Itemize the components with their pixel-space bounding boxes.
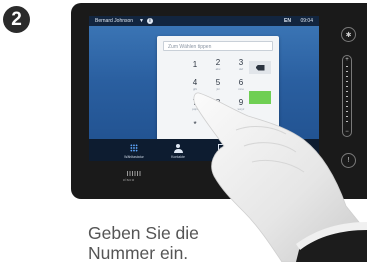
alert-icon[interactable]: ! [341, 153, 356, 168]
key-0[interactable]: 0 + [208, 116, 228, 133]
key-digit: 1 [192, 60, 198, 69]
dial-input[interactable]: Zum Wählen tippen [163, 41, 273, 51]
key-digit: 5 [215, 78, 221, 87]
key-digit: 6 [238, 78, 244, 87]
backspace-icon [255, 64, 265, 71]
chevron-down-icon[interactable]: ▼ [139, 16, 144, 26]
instruction-caption: Geben Sie die Nummer ein. [88, 223, 288, 263]
key-letters: mno [238, 87, 244, 91]
key-digit: 8 [215, 98, 221, 107]
key-letters: pqrs [192, 107, 198, 111]
key-hash[interactable]: # [231, 116, 251, 133]
key-letters: jkl [216, 87, 220, 91]
key-4[interactable]: 4 ghi [185, 76, 205, 93]
tray-item-contacts[interactable]: Kontakte [161, 143, 195, 159]
mute-icon[interactable]: ✱ [341, 27, 356, 42]
minus-icon: − [345, 129, 349, 135]
key-letters: ghi [192, 87, 197, 91]
tray-item-label: Kontakte [171, 155, 185, 159]
key-digit: 9 [238, 98, 244, 107]
grid-icon [130, 144, 138, 152]
key-star[interactable]: * [185, 116, 205, 133]
caption-line-1: Geben Sie die [88, 223, 199, 243]
key-digit: 4 [192, 78, 198, 87]
key-digit: 2 [215, 58, 221, 67]
key-digit: * [193, 120, 197, 129]
volume-slider[interactable]: + − [342, 55, 352, 137]
key-digit: 0 [215, 118, 221, 127]
touch-screen: Bernard Johnson ▼ i EN 09:04 Zum Wählen … [89, 16, 319, 161]
key-8[interactable]: 8 tuv [208, 96, 228, 113]
key-letters: + [217, 127, 219, 131]
tray-item-meetings[interactable]: 11 Meetings [205, 143, 239, 159]
backspace-button[interactable] [249, 61, 271, 74]
tray-item-dialpad[interactable]: Wähltastatur [117, 143, 151, 159]
bottom-tray: Wähltastatur Kontakte 11 Meetings [89, 139, 319, 161]
language-indicator: EN [284, 18, 291, 24]
key-letters: abc [215, 67, 221, 71]
dial-pad: Zum Wählen tippen 1 2 abc 3 def 4 ghi 5 jkl … [157, 36, 279, 144]
key-letters: wxyz [237, 107, 245, 111]
touch-controller-device: Bernard Johnson ▼ i EN 09:04 Zum Wählen … [71, 3, 367, 199]
tray-item-label: Wähltastatur [124, 155, 144, 159]
caption-line-2: Nummer ein. [88, 243, 189, 263]
cisco-logo-bars [127, 171, 141, 176]
plus-icon: + [345, 57, 349, 63]
user-name[interactable]: Bernard Johnson [95, 16, 133, 26]
key-letters: tuv [215, 107, 220, 111]
cisco-logo: cisco [123, 177, 135, 182]
call-button[interactable] [249, 91, 271, 104]
key-3[interactable]: 3 def [231, 56, 251, 73]
volume-ticks [346, 66, 348, 126]
key-2[interactable]: 2 abc [208, 56, 228, 73]
tray-item-label: Meetings [214, 155, 230, 159]
key-1[interactable]: 1 [185, 56, 205, 73]
key-5[interactable]: 5 jkl [208, 76, 228, 93]
key-6[interactable]: 6 mno [231, 76, 251, 93]
step-number-badge: 2 [3, 6, 30, 33]
key-letters: def [238, 67, 244, 71]
key-digit: 3 [238, 58, 244, 67]
person-icon [173, 143, 183, 153]
clock: 09:04 [300, 18, 313, 24]
calendar-icon: 11 [217, 144, 227, 152]
key-7[interactable]: 7 pqrs [185, 96, 205, 113]
key-9[interactable]: 9 wxyz [231, 96, 251, 113]
key-digit: # [238, 120, 244, 129]
info-icon[interactable]: i [147, 18, 153, 24]
key-digit: 7 [192, 98, 198, 107]
status-bar: Bernard Johnson ▼ i EN 09:04 [89, 16, 319, 26]
